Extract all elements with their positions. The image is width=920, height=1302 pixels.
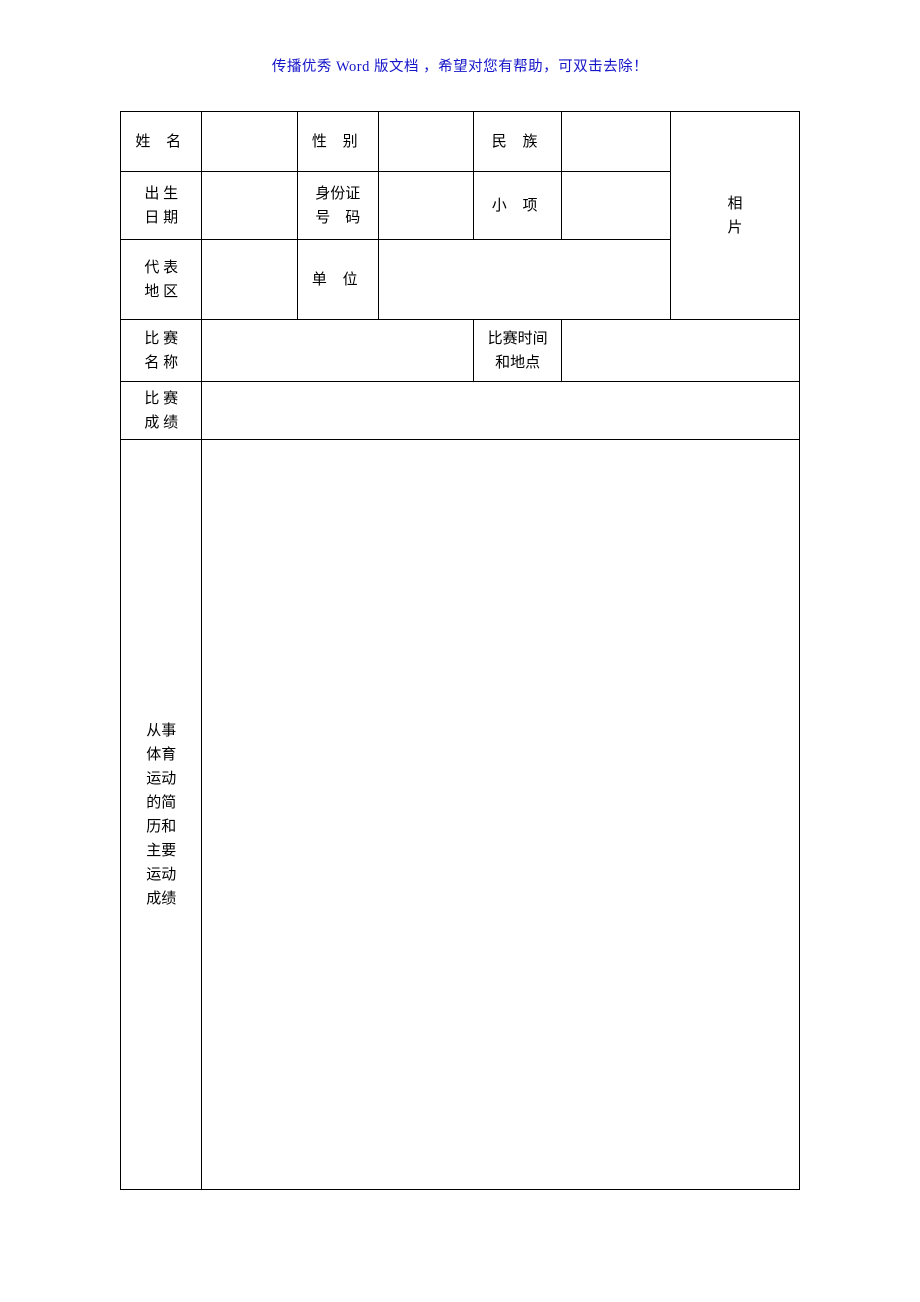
value-comp-time-place (562, 320, 800, 382)
application-form-table: 姓 名 性 别 民 族 相 片 出 生 日 期 身份证 号 码 小 项 (120, 111, 800, 1190)
label-comp-name-l2: 名 称 (144, 355, 178, 371)
value-sports-history (202, 440, 800, 1190)
label-id-number: 身份证 号 码 (297, 172, 378, 240)
label-id-l1: 身份证 (315, 186, 360, 202)
value-region (202, 240, 297, 320)
header-note: 传播优秀 Word 版文档 ，希望对您有帮助，可双击去除！ (120, 55, 800, 76)
photo-label-1: 相 (727, 196, 742, 212)
history-l7: 运动 (146, 867, 176, 883)
label-region: 代 表 地 区 (121, 240, 202, 320)
label-region-l1: 代 表 (144, 260, 178, 276)
label-gender: 性 别 (297, 112, 378, 172)
label-comp-result-l1: 比 赛 (144, 391, 178, 407)
photo-cell: 相 片 (670, 112, 799, 320)
history-l3: 运动 (146, 771, 176, 787)
document-page: 传播优秀 Word 版文档 ，希望对您有帮助，可双击去除！ 姓 名 性 别 民 … (0, 0, 920, 1302)
label-sports-history: 从事 体育 运动 的简 历和 主要 运动 成绩 (121, 440, 202, 1190)
history-l8: 成绩 (146, 891, 176, 907)
history-l1: 从事 (146, 723, 176, 739)
value-name (202, 112, 297, 172)
label-ethnicity: 民 族 (474, 112, 562, 172)
label-comp-name-l1: 比 赛 (144, 331, 178, 347)
label-name: 姓 名 (121, 112, 202, 172)
label-comp-name: 比 赛 名 称 (121, 320, 202, 382)
label-sub-event: 小 项 (474, 172, 562, 240)
label-comp-result-l2: 成 绩 (144, 415, 178, 431)
value-comp-name (202, 320, 474, 382)
value-gender (378, 112, 473, 172)
label-comp-result: 比 赛 成 绩 (121, 382, 202, 440)
value-sub-event (562, 172, 671, 240)
history-l2: 体育 (146, 747, 176, 763)
label-region-l2: 地 区 (144, 284, 178, 300)
value-comp-result (202, 382, 800, 440)
label-comp-time-place: 比赛时间 和地点 (474, 320, 562, 382)
label-birth-date: 出 生 日 期 (121, 172, 202, 240)
value-unit (378, 240, 670, 320)
photo-label-2: 片 (727, 220, 742, 236)
label-comp-time-l1: 比赛时间 (488, 331, 548, 347)
label-unit: 单 位 (297, 240, 378, 320)
value-id-number (378, 172, 473, 240)
label-birth-date-l2: 日 期 (144, 210, 178, 226)
history-l6: 主要 (146, 843, 176, 859)
value-birth-date (202, 172, 297, 240)
label-birth-date-l1: 出 生 (144, 186, 178, 202)
label-comp-time-l2: 和地点 (495, 355, 540, 371)
value-ethnicity (562, 112, 671, 172)
history-l4: 的简 (146, 795, 176, 811)
label-id-l2: 号 码 (315, 210, 360, 226)
history-l5: 历和 (146, 819, 176, 835)
